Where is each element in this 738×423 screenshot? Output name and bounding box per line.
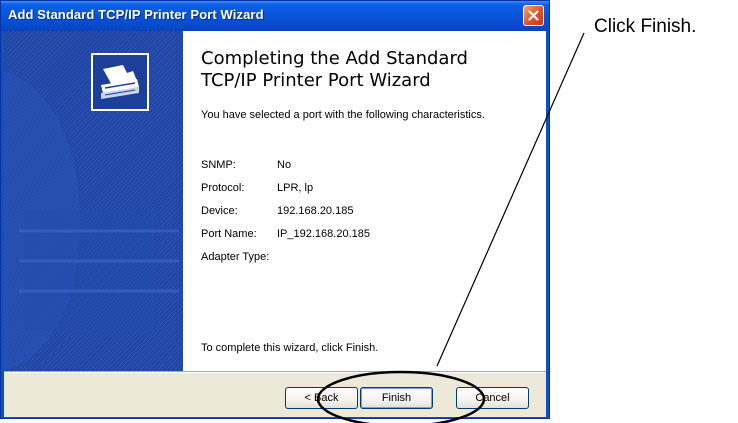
callout-text: Click Finish. xyxy=(594,16,697,37)
finish-highlight-ellipse xyxy=(316,370,486,423)
annotation-overlay xyxy=(316,32,585,423)
callout-leader-line xyxy=(436,32,585,367)
